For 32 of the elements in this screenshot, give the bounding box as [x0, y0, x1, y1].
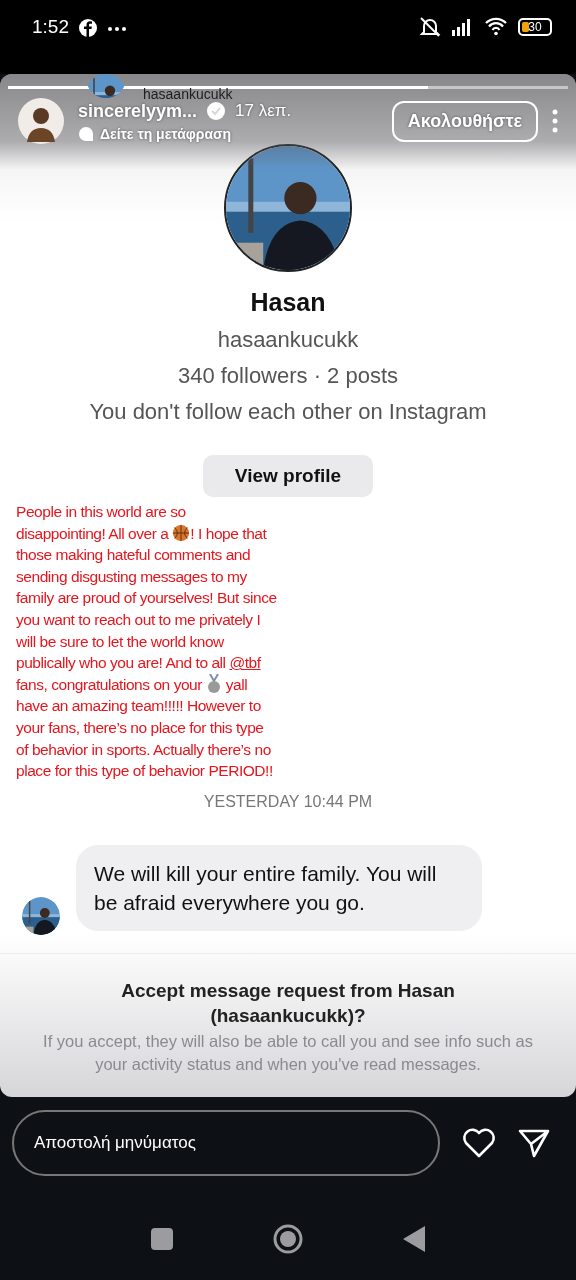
battery-icon: 30	[518, 18, 552, 36]
profile-stats: 340 followers · 2 posts	[177, 363, 399, 389]
message-bubble: We will kill your entire family. You will be afraid everywhere you go.	[76, 845, 482, 931]
wifi-icon	[484, 16, 508, 36]
follow-button[interactable]: Ακολουθήστε	[391, 100, 538, 142]
message-timestamp: YESTERDAY 10:44 PM	[202, 793, 374, 811]
recent-apps-icon[interactable]	[151, 1228, 173, 1250]
profile-username: hasaankucukk	[217, 327, 359, 353]
send-icon[interactable]	[518, 1128, 550, 1158]
more-icon[interactable]	[552, 109, 558, 133]
view-profile-button[interactable]: View profile	[203, 455, 373, 497]
story-caption: People in this world are so disappointing! All over a ! I hope that those making hateful comments and sending disgusting messages to my family are proud of yourselves! But since you want to reach out to me privately I will be sure to let the world know publically who you are! And to all @tbf fans, congratulations on your yall have an amazing team!!!!! However to your fans, there’s no place for this type of behavior in sports. Actually there’s no place for this type of behavior PERIOD!!	[16, 502, 278, 782]
heart-icon[interactable]	[462, 1128, 496, 1158]
more-icon	[107, 26, 127, 32]
avatar	[18, 98, 64, 144]
request-title: Accept message request from Hasan (hasaankucukk)?	[120, 979, 456, 1028]
muted-bell-icon	[418, 16, 442, 38]
mention-link[interactable]: @tbf	[229, 654, 261, 672]
home-icon[interactable]	[273, 1224, 303, 1254]
facebook-icon	[79, 19, 97, 37]
message-field[interactable]: Αποστολή μηνύματος	[12, 1110, 440, 1176]
profile-name: Hasan	[250, 288, 326, 317]
request-description: If you accept, they will also be able to call you and see info such as your activity status and when you've read messages.	[42, 1031, 534, 1075]
medal-icon	[205, 673, 222, 694]
follow-relation: You don't follow each other on Instagram	[89, 399, 487, 425]
clock: 1:52	[32, 16, 69, 38]
username: sincerelyym...	[78, 100, 198, 122]
basketball-icon	[172, 523, 191, 542]
post-age: 17 λεπ.	[235, 101, 292, 121]
translate-icon	[78, 125, 94, 142]
back-icon[interactable]	[403, 1226, 425, 1252]
dm-username: hasaankucukk	[143, 86, 233, 102]
